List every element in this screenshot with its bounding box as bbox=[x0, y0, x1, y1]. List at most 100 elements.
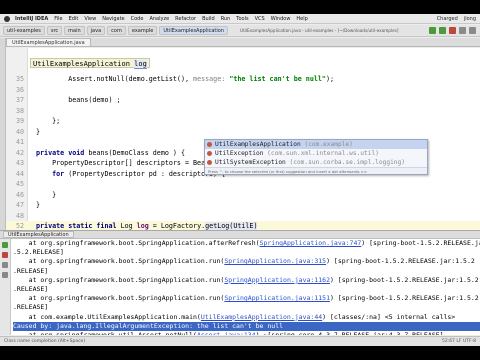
toolbar bbox=[426, 27, 480, 34]
code-line: 46 } bbox=[6, 190, 480, 201]
source-link[interactable]: SpringApplication.java:1151 bbox=[224, 294, 330, 302]
menu-item-refactor[interactable]: Refactor bbox=[175, 16, 196, 22]
menu-item-file[interactable]: File bbox=[54, 16, 62, 22]
line-number: 44 bbox=[15, 169, 24, 178]
line-number: 47 bbox=[15, 201, 24, 209]
menu-item-build[interactable]: Build bbox=[202, 16, 215, 22]
code-text: private static final Log log = LogFactor… bbox=[36, 221, 258, 230]
completion-package: (com.sun.corba.se.impl.logging) bbox=[285, 159, 406, 166]
keyword: private static final bbox=[36, 222, 121, 230]
breadcrumb-item[interactable]: UtilExamplesApplication bbox=[159, 26, 228, 35]
console-text: ) [spring-boot-1.5.2.RELEASE.jar:1 bbox=[361, 239, 480, 247]
code-token: }; bbox=[36, 117, 61, 125]
mac-menu-bar: IntelliJ IDEA File Edit View Navigate Code An… bbox=[0, 14, 480, 24]
completion-popup: UtilExamplesApplication (com.example) Uti… bbox=[204, 139, 428, 175]
breadcrumb-item[interactable]: example bbox=[127, 26, 158, 35]
editor-tabs: UtilExamplesApplication.java bbox=[6, 38, 480, 47]
console-text: at org.springframework.boot.SpringApplic… bbox=[13, 275, 225, 284]
code-token: = LogFactory. bbox=[148, 222, 206, 230]
source-link[interactable]: SpringApplication.java:315 bbox=[224, 257, 326, 265]
console-text: Caused by: java.lang.IllegalArgumentExce… bbox=[13, 321, 284, 330]
menu-bar-status: Charged jlong bbox=[431, 16, 480, 22]
console-text: at org.springframework.boot.SpringApplic… bbox=[13, 294, 225, 303]
scroll-end-icon[interactable] bbox=[2, 262, 8, 268]
menu-item-analyze[interactable]: Analyze bbox=[149, 16, 169, 22]
menu-item-help[interactable]: Help bbox=[296, 16, 307, 22]
console-line: .RELEASE] bbox=[13, 267, 480, 276]
console-line: Caused by: java.lang.IllegalArgumentExce… bbox=[13, 321, 480, 331]
run-icon[interactable] bbox=[429, 27, 436, 34]
search-icon[interactable] bbox=[469, 27, 476, 34]
line-number: 45 bbox=[15, 180, 24, 188]
user-name[interactable]: jlong bbox=[464, 16, 476, 22]
breadcrumb-item[interactable]: src bbox=[46, 26, 63, 35]
console-output[interactable]: at org.springframework.boot.SpringApplic… bbox=[13, 239, 480, 335]
breadcrumb-item[interactable]: com bbox=[107, 26, 126, 35]
completion-package: (com.sun.xml.internal.ws.util) bbox=[263, 150, 379, 157]
line-number: 37 bbox=[15, 96, 24, 104]
code-line: 48 bbox=[6, 211, 480, 222]
status-bar: Class name completion (Alt+Space) 52:67 … bbox=[0, 336, 480, 346]
code-line: 52 private static final Log log = LogFact… bbox=[6, 221, 480, 230]
menu-item-code[interactable]: Code bbox=[131, 16, 144, 22]
settings-icon[interactable] bbox=[459, 27, 466, 34]
class-icon bbox=[207, 160, 212, 165]
editor-breadcrumb[interactable]: UtilExamplesApplication log bbox=[30, 58, 150, 69]
code-token: (PropertyDescriptor pd : descriptors) { bbox=[68, 169, 226, 178]
app-menu[interactable]: IntelliJ IDEA bbox=[15, 16, 48, 22]
menu-item-vcs[interactable]: VCS bbox=[255, 16, 265, 22]
line-number: 35 bbox=[15, 75, 24, 83]
source-link[interactable]: Assert.java:134 bbox=[197, 331, 256, 335]
code-text: Assert.notNull(demo.getList(), message: … bbox=[36, 74, 334, 85]
code-text: } bbox=[36, 190, 56, 201]
stop-run-icon[interactable] bbox=[2, 252, 8, 258]
rerun-icon[interactable] bbox=[2, 242, 8, 248]
completion-item[interactable]: UtilException (com.sun.xml.internal.ws.u… bbox=[205, 149, 427, 158]
code-text: beans(demo) ; bbox=[36, 95, 121, 106]
source-link[interactable]: SpringApplication.java:747 bbox=[260, 239, 362, 247]
debug-icon[interactable] bbox=[439, 27, 446, 34]
code-token: notNull bbox=[96, 75, 125, 83]
run-toolbar: UtilExamplesApplication bbox=[0, 230, 480, 239]
completion-name: UtilExamplesApplication bbox=[215, 141, 301, 148]
menu-item-edit[interactable]: Edit bbox=[69, 16, 79, 22]
console-line: at org.springframework.boot.SpringApplic… bbox=[13, 294, 480, 303]
keyword: for bbox=[36, 169, 69, 178]
code-line: 45 bbox=[6, 179, 480, 190]
line-number: 43 bbox=[15, 159, 24, 167]
source-link[interactable]: SpringApplication.java:1162 bbox=[224, 276, 330, 284]
code-token: } bbox=[36, 190, 57, 199]
caret-position[interactable]: 52:67 LF UTF-8 bbox=[442, 337, 480, 346]
menu-item-run[interactable]: Run bbox=[221, 16, 231, 22]
breadcrumb-item[interactable]: java bbox=[86, 26, 106, 35]
code-token: getLog(UtilE) bbox=[205, 222, 258, 230]
code-token: beans(demo) ; bbox=[36, 96, 121, 104]
breadcrumb-item[interactable]: util-examples bbox=[3, 26, 45, 35]
line-number: 48 bbox=[15, 211, 24, 220]
completion-package: (com.example) bbox=[300, 141, 353, 148]
console-line: .RELEASE] bbox=[13, 303, 480, 312]
completion-item[interactable]: UtilExamplesApplication (com.example) bbox=[205, 140, 427, 149]
run-tab[interactable]: UtilExamplesApplication bbox=[3, 231, 74, 238]
menu-item-window[interactable]: Window bbox=[271, 16, 291, 22]
console-line: at org.springframework.boot.SpringApplic… bbox=[13, 276, 480, 285]
menu-item-tools[interactable]: Tools bbox=[236, 16, 248, 22]
console-text: .5.2.RELEASE] bbox=[13, 248, 64, 257]
line-number: 39 bbox=[15, 117, 24, 125]
menu-item-navigate[interactable]: Navigate bbox=[102, 16, 124, 22]
stop-icon[interactable] bbox=[449, 27, 456, 34]
console-text: ) [spring-boot-1.5.2.RELEASE.jar:1.5.2 bbox=[326, 257, 475, 266]
source-link[interactable]: UtilExamplesApplication.java:44 bbox=[201, 313, 322, 321]
menu-item-view[interactable]: View bbox=[84, 16, 96, 22]
print-icon[interactable] bbox=[2, 272, 8, 278]
completion-item[interactable]: UtilSystemException (com.sun.corba.se.im… bbox=[205, 158, 427, 167]
console-line: at org.springframework.boot.SpringApplic… bbox=[13, 257, 480, 266]
code-line: 38 bbox=[6, 106, 480, 117]
breadcrumb-item[interactable]: main bbox=[64, 26, 85, 35]
apple-icon[interactable] bbox=[4, 15, 10, 22]
tab-util-examples-application[interactable]: UtilExamplesApplication.java bbox=[6, 38, 91, 46]
status-message: Class name completion (Alt+Space) bbox=[4, 339, 86, 344]
battery-status[interactable]: Charged bbox=[437, 16, 458, 22]
code-line: 39 }; bbox=[6, 116, 480, 127]
line-number: 42 bbox=[15, 148, 24, 157]
